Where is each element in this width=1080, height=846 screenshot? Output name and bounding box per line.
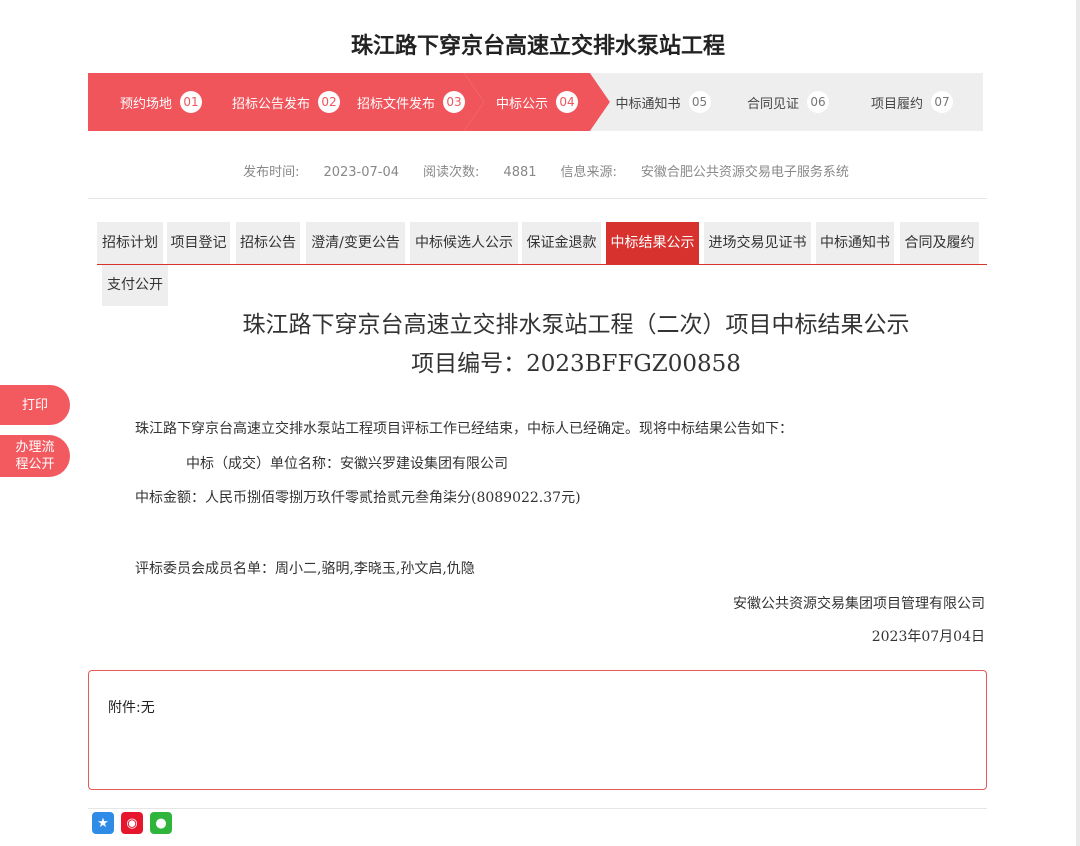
- step-number: 03: [443, 91, 465, 113]
- step-3[interactable]: 招标文件发布 03: [338, 73, 484, 131]
- process-public-button[interactable]: 办理流 程公开: [0, 435, 70, 477]
- divider: [88, 198, 987, 199]
- step-label: 项目履约: [870, 96, 923, 112]
- step-4[interactable]: 中标公示 04: [464, 73, 610, 131]
- publish-label: 发布时间:: [243, 165, 300, 180]
- step-number: 02: [318, 91, 340, 113]
- page-title: 珠江路下穿京台高速立交排水泵站工程: [350, 34, 725, 59]
- tab-payment[interactable]: 支付公开: [102, 264, 168, 306]
- tab-deposit-refund[interactable]: 保证金退款: [522, 222, 601, 264]
- step-number: 01: [180, 91, 202, 113]
- qzone-icon[interactable]: ★: [92, 812, 114, 834]
- step-label: 招标文件发布: [356, 96, 435, 112]
- signature-date: 2023年07月04日: [871, 629, 985, 645]
- views-label: 阅读次数:: [423, 165, 480, 180]
- step-label: 中标公示: [495, 96, 548, 112]
- step-2[interactable]: 招标公告发布 02: [213, 73, 359, 131]
- wechat-icon[interactable]: ●: [150, 812, 172, 834]
- tab-bid-announcement[interactable]: 招标公告: [236, 222, 300, 264]
- step-1[interactable]: 预约场地 01: [88, 73, 234, 131]
- step-label: 预约场地: [119, 96, 172, 112]
- process-label-2: 程公开: [15, 457, 55, 472]
- step-number: 04: [556, 91, 578, 113]
- step-label: 招标公告发布: [231, 96, 310, 112]
- tab-contract[interactable]: 合同及履约: [900, 222, 979, 264]
- scrollbar-edge: [1076, 0, 1080, 846]
- agency-signature: 安徽公共资源交易集团项目管理有限公司: [733, 596, 985, 612]
- attachment-label: 附件:无: [108, 700, 155, 716]
- source-label: 信息来源:: [560, 165, 617, 180]
- step-label: 中标通知书: [615, 96, 681, 112]
- doc-title: 珠江路下穿京台高速立交排水泵站工程（二次）项目中标结果公示: [242, 312, 910, 338]
- tab-transaction-certificate[interactable]: 进场交易见证书: [704, 222, 811, 264]
- committee-line: 评标委员会成员名单：周小二,骆明,李晓玉,孙文启,仇隐: [135, 561, 475, 577]
- step-number: 05: [689, 91, 711, 113]
- tab-clarification[interactable]: 澄清/变更公告: [306, 222, 405, 264]
- process-label-1: 办理流: [15, 440, 55, 455]
- intro-paragraph: 珠江路下穿京台高速立交排水泵站工程项目评标工作已经结束，中标人已经确定。现将中标…: [135, 421, 793, 437]
- step-7[interactable]: 项目履约 07: [841, 73, 983, 131]
- project-number: 项目编号：2023BFFGZ00858: [411, 351, 741, 377]
- print-button[interactable]: 打印: [0, 385, 70, 425]
- weibo-icon[interactable]: ◉: [121, 812, 143, 834]
- tab-project-registration[interactable]: 项目登记: [167, 222, 230, 264]
- article-meta: 发布时间: 2023-07-04 阅读次数: 4881 信息来源: 安徽合肥公共资源交易电…: [0, 161, 1080, 180]
- progress-steps: 预约场地 01 招标公告发布 02 招标文件发布 03 中标公示 04 中标通知书 05 …: [88, 73, 983, 131]
- step-5[interactable]: 中标通知书 05: [590, 73, 736, 131]
- tab-bid-result[interactable]: 中标结果公示: [606, 222, 699, 264]
- winner-line: 中标（成交）单位名称：安徽兴罗建设集团有限公司: [186, 456, 508, 472]
- tab-underline: [97, 264, 987, 265]
- tab-candidates[interactable]: 中标候选人公示: [410, 222, 518, 264]
- amount-line: 中标金额：人民币捌佰零捌万玖仟零贰拾贰元叁角柒分(8089022.37元): [135, 490, 581, 506]
- views-count: 4881: [503, 165, 537, 180]
- attachment-box: 附件:无: [88, 670, 987, 790]
- tab-award-notice[interactable]: 中标通知书: [816, 222, 894, 264]
- step-label: 合同见证: [746, 96, 799, 112]
- step-number: 06: [807, 91, 829, 113]
- step-6[interactable]: 合同见证 06: [715, 73, 861, 131]
- publish-date: 2023-07-04: [323, 165, 400, 180]
- divider: [88, 808, 987, 809]
- source-name: 安徽合肥公共资源交易电子服务系统: [640, 165, 849, 180]
- step-number: 07: [931, 91, 953, 113]
- tab-bid-plan[interactable]: 招标计划: [97, 222, 163, 264]
